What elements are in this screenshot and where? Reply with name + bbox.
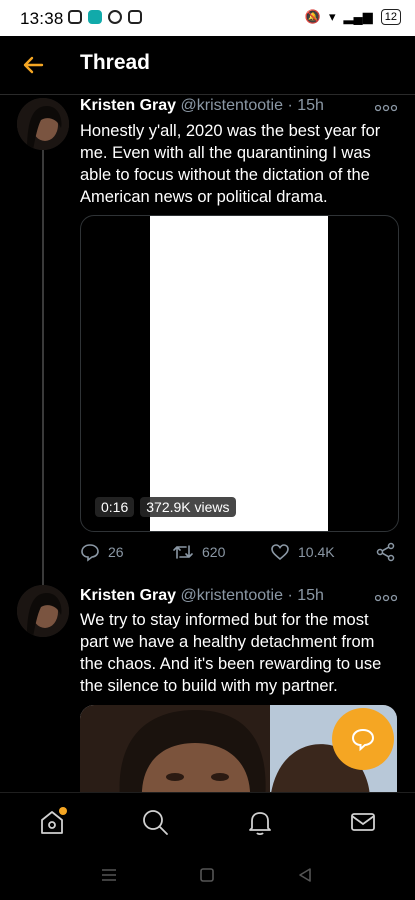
display-name[interactable]: Kristen Gray — [80, 97, 176, 114]
more-icon[interactable] — [375, 103, 397, 113]
messages-icon[interactable] — [348, 807, 378, 837]
status-right: 🔕 ▾ ▂▄▆ 12 — [305, 9, 401, 25]
notifications-icon[interactable] — [245, 807, 275, 837]
tweet-text: Honestly y'all, 2020 was the best year f… — [80, 122, 381, 206]
reply-count: 26 — [108, 544, 124, 560]
video-duration: 0:16 — [95, 497, 135, 517]
mute-icon: 🔕 — [304, 9, 321, 24]
tweet-text: We try to stay informed but for the most… — [80, 611, 382, 695]
video-meta: 0:16 372.9K views — [95, 497, 236, 517]
wifi-icon: ▾ — [329, 9, 336, 24]
messages-app-icon — [128, 10, 142, 24]
instagram-icon — [68, 10, 82, 24]
video-views: 372.9K views — [140, 497, 236, 517]
avatar-image — [17, 98, 69, 150]
home-nav-icon[interactable] — [198, 866, 216, 884]
like-button[interactable]: 10.4K — [270, 542, 335, 562]
more-icon[interactable] — [375, 593, 397, 603]
status-app-icons — [68, 10, 142, 24]
back-nav-icon[interactable] — [296, 866, 314, 884]
like-icon — [271, 544, 289, 561]
retweet-button[interactable]: 620 — [172, 542, 225, 562]
handle[interactable]: @kristentootie — [181, 97, 284, 114]
share-button[interactable] — [376, 542, 396, 562]
home-icon[interactable] — [37, 807, 67, 837]
compose-icon — [351, 728, 375, 752]
header: Thread — [0, 36, 415, 95]
tweet[interactable]: Kristen Gray @kristentootie · 15h Honest… — [0, 95, 415, 575]
app-icon — [88, 10, 102, 24]
whatsapp-icon — [108, 10, 122, 24]
recents-icon[interactable] — [100, 866, 118, 884]
bottom-tab-bar — [0, 792, 415, 851]
handle[interactable]: @kristentootie — [181, 587, 284, 604]
compose-button[interactable] — [332, 708, 394, 770]
display-name[interactable]: Kristen Gray — [80, 587, 176, 604]
page-title: Thread — [80, 51, 151, 74]
back-arrow-icon[interactable] — [20, 52, 46, 78]
like-count: 10.4K — [298, 544, 335, 560]
status-bar: 13:38 🔕 ▾ ▂▄▆ 12 — [0, 0, 415, 36]
avatar[interactable] — [17, 98, 69, 150]
tweet-time: 15h — [297, 97, 324, 114]
retweet-count: 620 — [202, 544, 226, 560]
tweet-header: Kristen Gray @kristentootie · 15h — [80, 97, 324, 114]
system-nav-bar — [0, 850, 415, 900]
tweet-header: Kristen Gray @kristentootie · 15h — [80, 587, 324, 604]
video-frame — [150, 216, 328, 531]
reply-icon — [81, 544, 99, 562]
tweet-time: 15h — [297, 587, 324, 604]
search-icon[interactable] — [140, 807, 170, 837]
tweet-actions: 26 620 10.4K — [80, 542, 397, 564]
reply-button[interactable]: 26 — [80, 542, 124, 562]
avatar-image — [17, 585, 69, 637]
signal-icon: ▂▄▆ — [343, 9, 373, 24]
avatar[interactable] — [17, 585, 69, 637]
status-time: 13:38 — [20, 9, 64, 28]
share-icon — [376, 542, 395, 562]
battery-indicator: 12 — [380, 9, 401, 25]
retweet-icon — [173, 545, 193, 559]
video-player[interactable]: 0:16 372.9K views — [80, 215, 399, 532]
